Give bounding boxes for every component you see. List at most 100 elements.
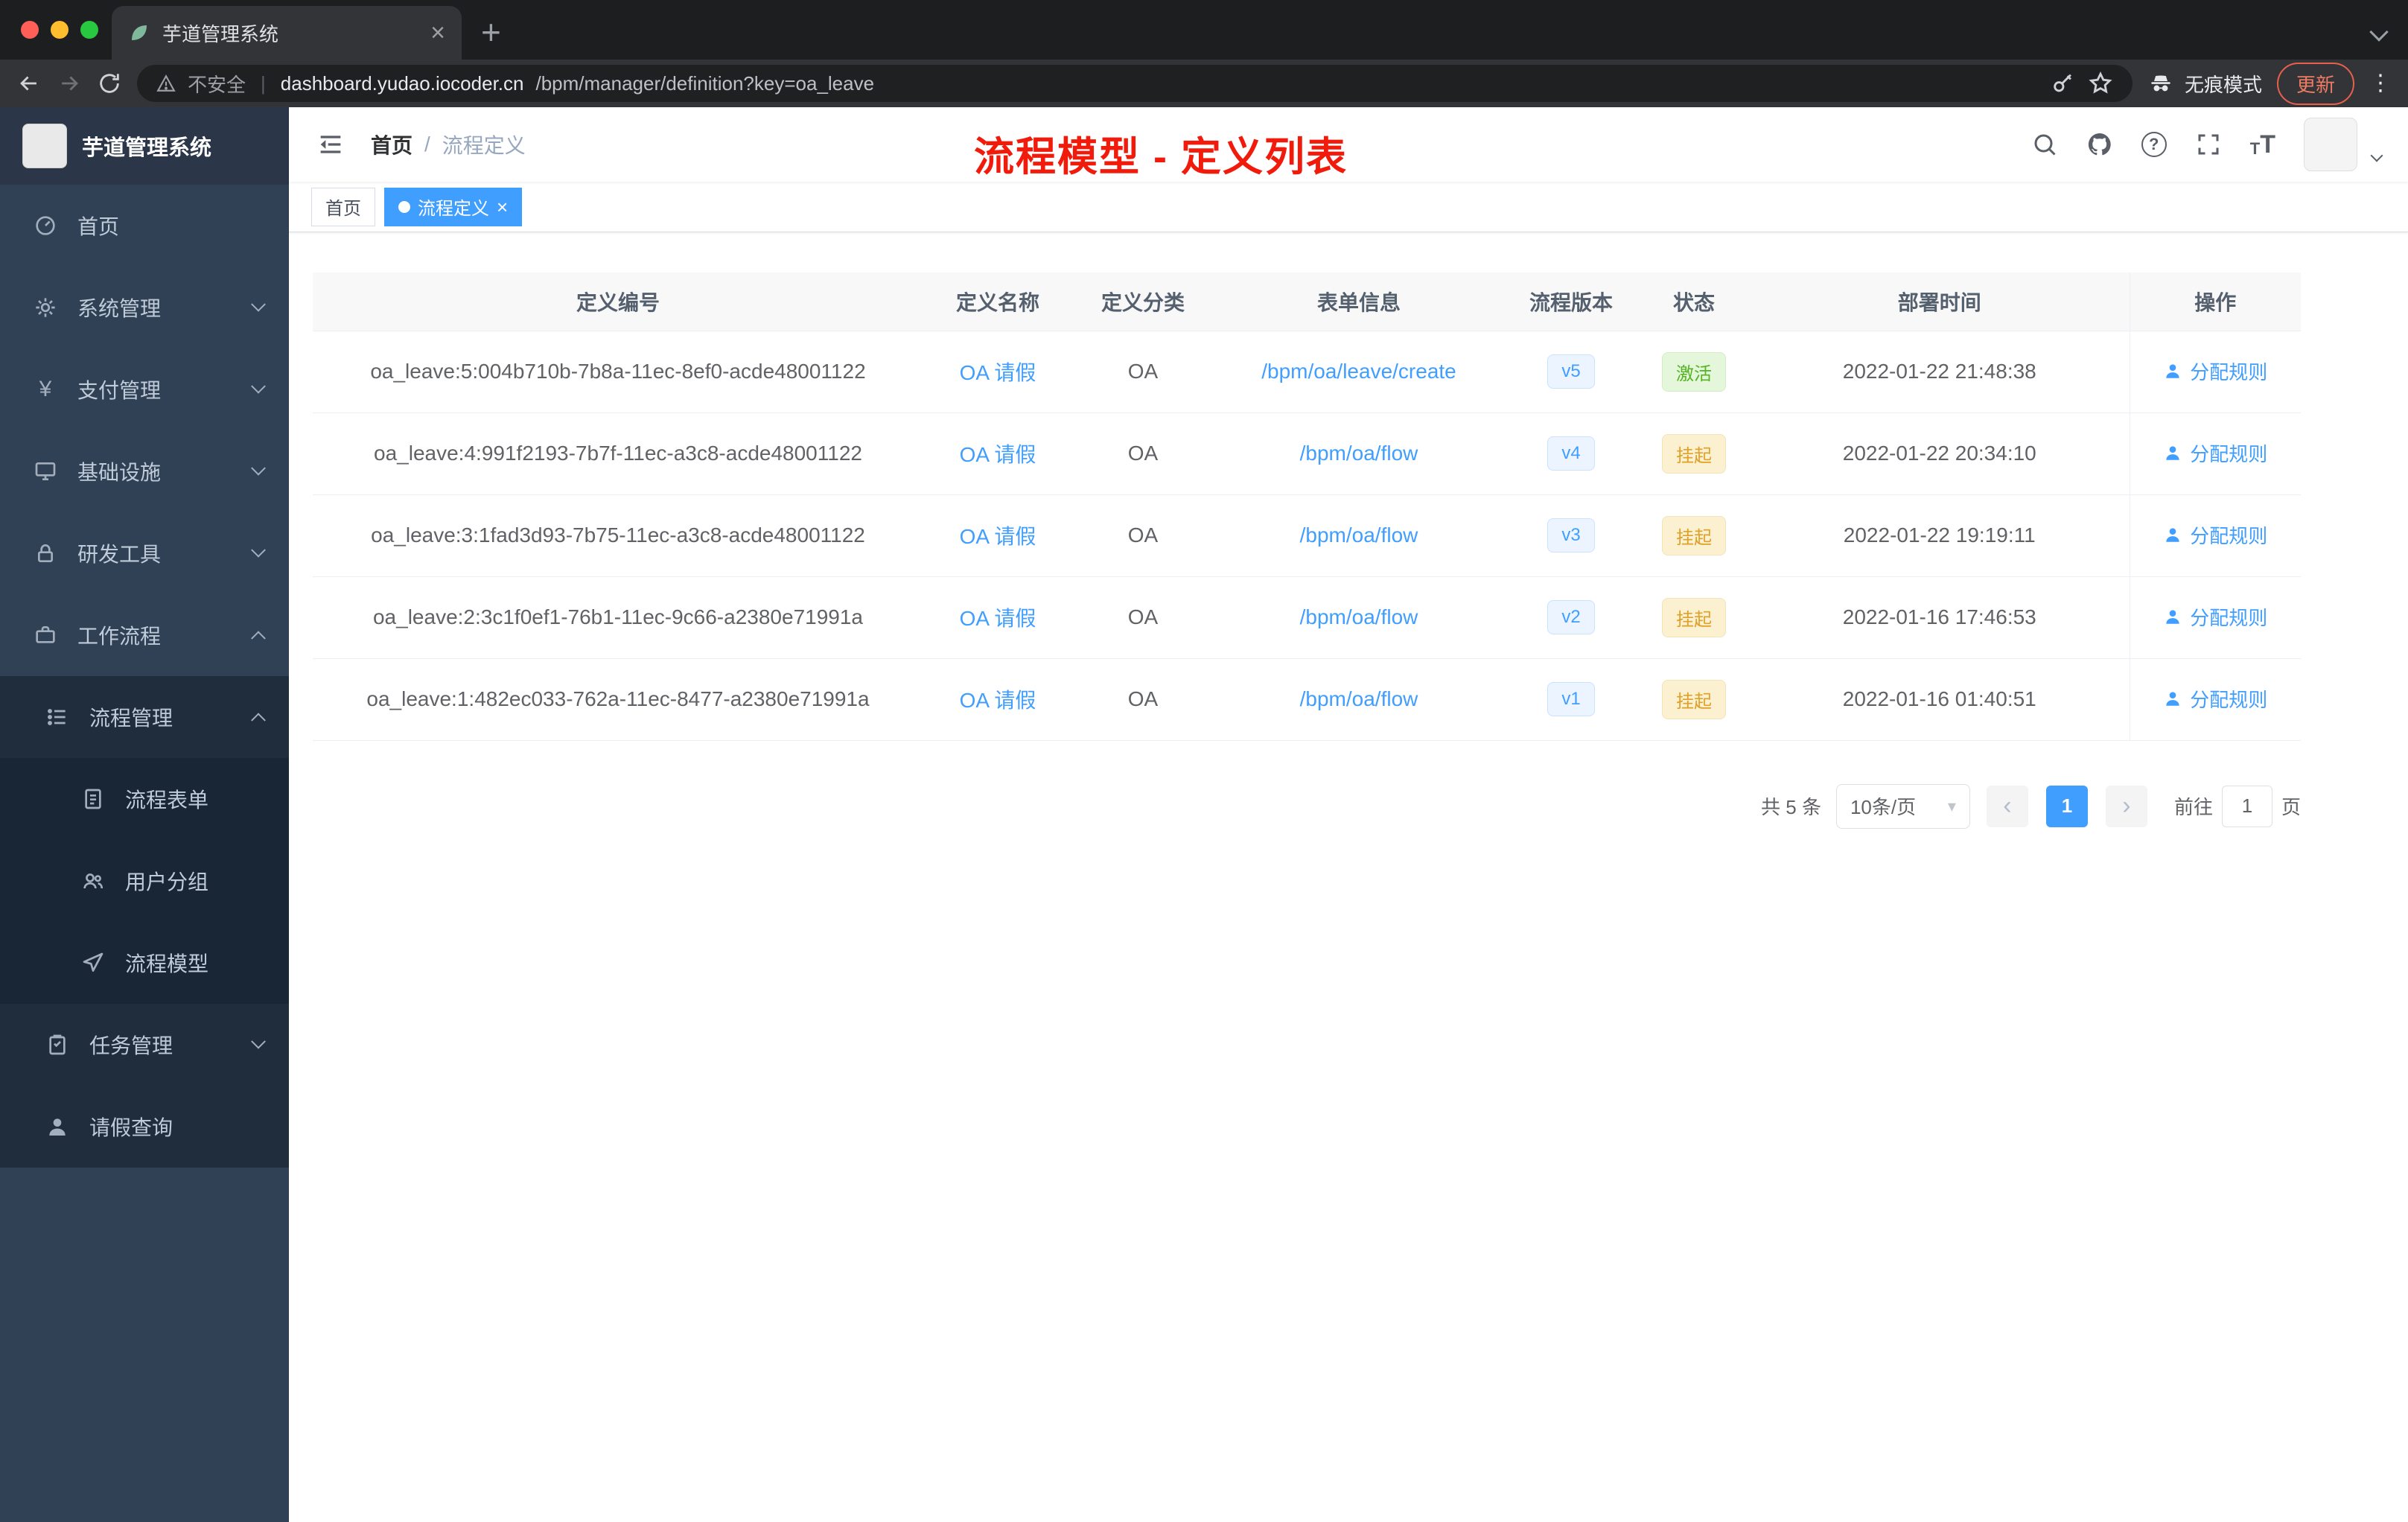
security-label[interactable]: 不安全 [188,70,246,98]
sidebar-item-label: 工作流程 [77,625,162,648]
sidebar-item-process-model[interactable]: 流程模型 [0,922,289,1004]
sidebar-item-label: 请假查询 [89,1116,173,1139]
close-window-button[interactable] [21,21,39,39]
definition-id: oa_leave:1:482ec033-762a-11ec-8477-a2380… [313,658,923,741]
version-badge: v4 [1547,436,1595,471]
assign-rule-link[interactable]: 分配规则 [2163,357,2267,385]
definition-table: 定义编号 定义名称 定义分类 表单信息 流程版本 状态 部署时间 操作 oa_l… [313,273,2301,741]
sidebar-item-leave-query[interactable]: 请假查询 [0,1086,289,1168]
font-size-icon[interactable]: TT [2250,132,2275,157]
forward-button[interactable] [57,71,82,96]
column-header: 操作 [2129,273,2301,331]
help-icon[interactable]: ? [2141,132,2167,157]
fullscreen-icon[interactable] [2195,131,2222,158]
sidebar-item-infrastructure[interactable]: 基础设施 [0,430,289,512]
chevron-up-icon [251,631,266,646]
sidebar-item-payment[interactable]: ¥ 支付管理 [0,348,289,430]
form-link[interactable]: /bpm/oa/leave/create [1261,360,1456,383]
form-link[interactable]: /bpm/oa/flow [1300,605,1418,628]
reload-button[interactable] [97,71,122,96]
window-controls [21,21,98,39]
minimize-window-button[interactable] [51,21,69,39]
briefcase-icon [31,623,60,647]
gear-icon [31,296,60,319]
prev-page-button[interactable]: ‹ [1986,785,2028,827]
definition-name-link[interactable]: OA 请假 [960,525,1036,548]
browser-tab[interactable]: 芋道管理系统 × [112,6,462,60]
page-1-button[interactable]: 1 [2045,785,2088,827]
url-host: dashboard.yudao.iocoder.cn [280,71,524,95]
table-row: oa_leave:5:004b710b-7b8a-11ec-8ef0-acde4… [313,331,2301,413]
sidebar-item-process-form[interactable]: 流程表单 [0,758,289,840]
person-icon [43,1115,71,1139]
tags-view: 首页 流程定义 × [289,182,2408,232]
tab-close-icon[interactable]: × [430,20,445,45]
update-button[interactable]: 更新 [2276,62,2354,105]
yen-icon: ¥ [39,377,52,401]
bookmark-star-icon[interactable] [2088,71,2113,96]
next-page-button[interactable]: › [2105,785,2147,827]
sidebar-item-label: 首页 [77,215,120,238]
form-link[interactable]: /bpm/oa/flow [1300,687,1418,710]
sidebar-item-process-management[interactable]: 流程管理 [0,676,289,758]
definition-id: oa_leave:3:1fad3d93-7b75-11ec-a3c8-acde4… [313,494,923,577]
app-logo[interactable]: 芋道管理系统 [0,107,289,185]
browser-menu-icon[interactable]: ⋮ [2369,72,2392,95]
sidebar-item-home[interactable]: 首页 [0,185,289,267]
column-header: 定义分类 [1072,273,1214,331]
tag-process-definition[interactable]: 流程定义 × [384,187,523,226]
browser-toolbar: 不安全 | dashboard.yudao.iocoder.cn/bpm/man… [0,60,2408,107]
hamburger-icon[interactable] [316,130,345,159]
tab-strip: 芋道管理系统 × + [0,0,2408,60]
page-size-value: 10条/页 [1850,796,1917,818]
definition-name-link[interactable]: OA 请假 [960,443,1036,466]
avatar-caret-icon[interactable] [2370,149,2383,162]
status-badge: 激活 [1662,351,1726,392]
close-icon[interactable]: × [497,197,508,217]
definition-name-link[interactable]: OA 请假 [960,361,1036,384]
address-bar[interactable]: 不安全 | dashboard.yudao.iocoder.cn/bpm/man… [137,65,2133,102]
tab-search-chevron-icon[interactable] [2369,22,2389,42]
tag-home[interactable]: 首页 [311,187,375,226]
annotation-title: 流程模型 - 定义列表 [974,135,1348,179]
definition-name-link[interactable]: OA 请假 [960,689,1036,712]
incognito-label: 无痕模式 [2184,73,2262,96]
github-icon[interactable] [2086,131,2113,158]
form-link[interactable]: /bpm/oa/flow [1300,523,1418,547]
back-button[interactable] [16,71,42,96]
assign-rule-link[interactable]: 分配规则 [2163,685,2267,713]
sidebar-item-task-management[interactable]: 任务管理 [0,1004,289,1086]
sidebar-item-label: 研发工具 [77,543,162,566]
assign-rule-link[interactable]: 分配规则 [2163,603,2267,631]
zoom-window-button[interactable] [80,21,98,39]
clipboard-icon [43,1033,71,1057]
sidebar-item-system[interactable]: 系统管理 [0,267,289,348]
user-icon [2166,446,2179,460]
chevron-down-icon: ▾ [1947,796,1956,815]
search-icon[interactable] [2031,131,2058,158]
assign-rule-link[interactable]: 分配规则 [2163,521,2267,549]
column-header: 流程版本 [1504,273,1638,331]
chevron-down-icon [251,378,266,394]
sidebar-item-workflow[interactable]: 工作流程 [0,594,289,676]
definition-category: OA [1072,413,1214,495]
sidebar-item-label: 流程表单 [125,789,209,812]
status-badge: 挂起 [1662,679,1726,719]
definition-name-link[interactable]: OA 请假 [960,607,1036,630]
assign-rule-link[interactable]: 分配规则 [2163,439,2267,467]
breadcrumb-home[interactable]: 首页 [371,130,413,159]
sidebar-item-label: 流程管理 [89,707,173,730]
active-dot-icon [398,200,410,213]
version-badge: v2 [1547,600,1595,634]
form-link[interactable]: /bpm/oa/flow [1300,442,1418,465]
avatar[interactable] [2304,118,2357,171]
logo-image [22,124,67,168]
sidebar-item-user-group[interactable]: 用户分组 [0,840,289,922]
password-key-icon[interactable] [2051,71,2076,96]
page-size-select[interactable]: 10条/页 ▾ [1835,783,1970,829]
sidebar-item-devtools[interactable]: 研发工具 [0,512,289,594]
goto-page-input[interactable] [2221,785,2272,827]
new-tab-button[interactable]: + [481,15,501,49]
app-title: 芋道管理系统 [82,136,212,160]
definition-category: OA [1072,576,1214,659]
